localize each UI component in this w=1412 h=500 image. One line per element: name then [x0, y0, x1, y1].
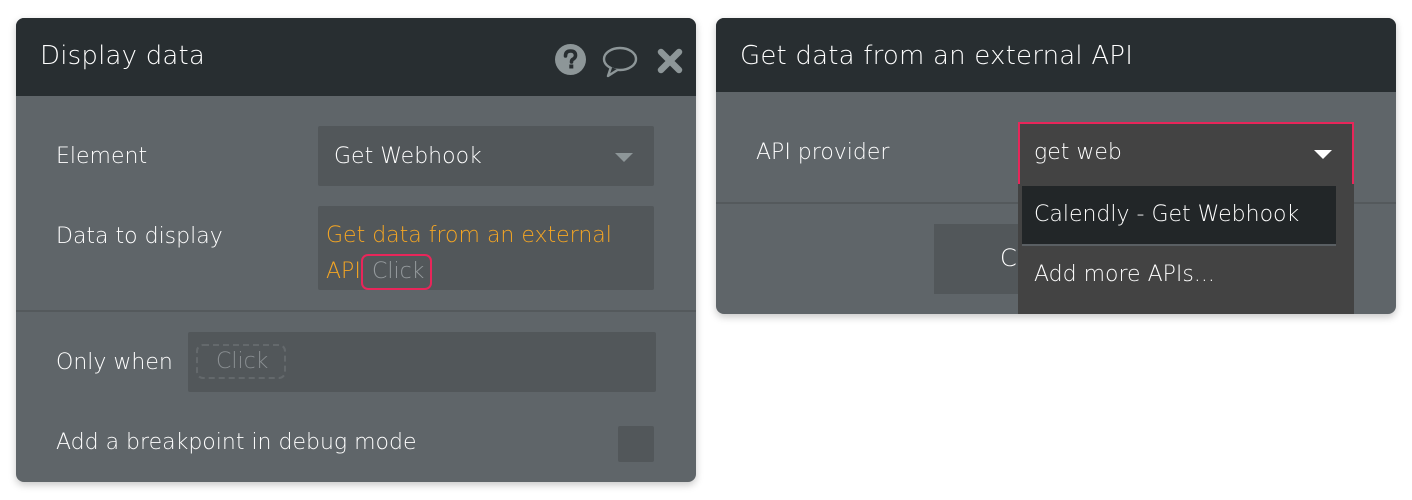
panel-title: Display data [40, 41, 206, 71]
api-provider-search-value[interactable]: get web [1034, 140, 1122, 165]
dropdown-option-label: Add more APIs... [1034, 262, 1215, 287]
close-icon[interactable] [657, 48, 683, 74]
display-data-panel: Display data Element Get Webhook Data to… [16, 18, 696, 482]
dropdown-option[interactable]: Calendly - Get Webhook [1022, 186, 1336, 244]
data-click-placeholder[interactable]: Click [361, 254, 432, 290]
data-to-display-label: Data to display [56, 224, 223, 249]
expression-text-line2[interactable]: API [326, 259, 361, 284]
external-api-panel: Get data from an external API API provid… [716, 18, 1396, 314]
panel-title: Get data from an external API [740, 41, 1134, 71]
only-when-click-label: Click [216, 349, 269, 374]
close-button-label: C [1000, 244, 1017, 272]
expression-text-line1[interactable]: Get data from an external [326, 223, 612, 248]
external-api-header: Get data from an external API [716, 18, 1396, 92]
element-dropdown[interactable]: Get Webhook [318, 126, 654, 186]
chevron-down-icon[interactable] [1314, 150, 1332, 159]
element-dropdown-value: Get Webhook [334, 144, 482, 169]
breakpoint-label: Add a breakpoint in debug mode [56, 430, 417, 455]
dropdown-option-label: Calendly - Get Webhook [1034, 202, 1300, 227]
comment-icon[interactable] [601, 45, 639, 79]
api-provider-label: API provider [756, 140, 890, 165]
section-divider [16, 310, 696, 312]
breakpoint-checkbox[interactable] [618, 426, 654, 462]
only-when-click-placeholder[interactable]: Click [196, 344, 286, 379]
data-click-placeholder-label: Click [372, 259, 425, 284]
element-label: Element [56, 144, 148, 169]
data-to-display-expression[interactable]: Get data from an external API Click [318, 206, 654, 290]
api-provider-options: Calendly - Get Webhook Add more APIs... [1018, 184, 1354, 314]
chevron-down-icon [615, 153, 633, 162]
only-when-expression[interactable]: Click [188, 332, 656, 392]
api-provider-dropdown[interactable]: get web [1018, 122, 1354, 184]
display-data-header: Display data [16, 18, 696, 96]
help-icon[interactable] [555, 44, 586, 75]
dropdown-option[interactable]: Add more APIs... [1022, 246, 1336, 306]
only-when-label: Only when [56, 350, 173, 375]
